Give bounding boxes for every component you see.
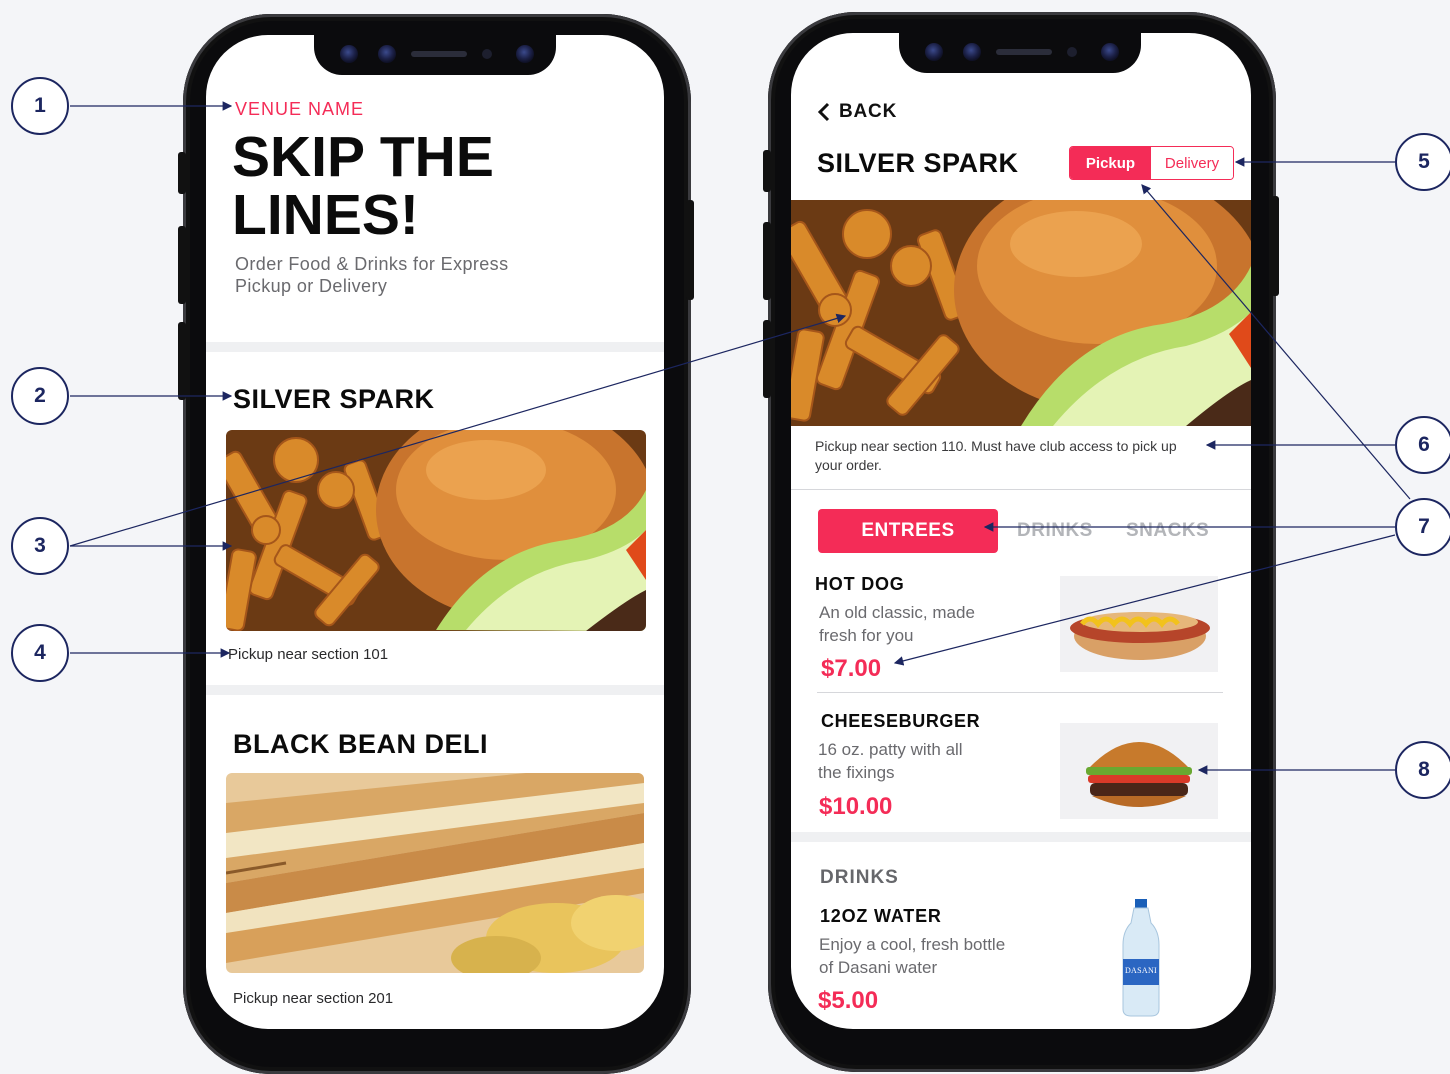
tab-drinks[interactable]: DRINKS: [1017, 520, 1093, 542]
menu-item-desc-line2: fresh for you: [819, 626, 914, 645]
menu-item-desc-line2: the fixings: [818, 763, 895, 782]
hot-dog-image: [1060, 576, 1218, 672]
camera-lens: [963, 43, 981, 61]
sandwich-illustration: [226, 773, 644, 973]
water-bottle-image: DASANI: [1119, 899, 1163, 1017]
water-bottle-illustration: [1122, 899, 1160, 1017]
phone-volume-down: [763, 320, 771, 398]
hero-title-line1: SKIP THE: [232, 125, 494, 189]
hero-title-line2: LINES!: [232, 183, 419, 247]
camera-lens: [925, 43, 943, 61]
callout-7: 7: [1395, 498, 1450, 556]
sandwich-image: [226, 773, 644, 973]
pickup-note-line1: Pickup near section 110. Must have club …: [815, 438, 1177, 454]
chevron-left-icon: [817, 102, 830, 122]
callout-6: 6: [1395, 416, 1450, 474]
right-screen: BACK SILVER SPARK Pickup Delivery Pickup…: [791, 33, 1251, 1029]
speaker-grill: [996, 49, 1052, 55]
phone-volume-up: [178, 226, 186, 304]
venue-card-title: BLACK BEAN DELI: [233, 729, 488, 759]
callout-4: 4: [11, 624, 69, 682]
left-screen: VENUE NAME SKIP THE LINES! Order Food & …: [206, 35, 664, 1029]
menu-item-name: CHEESEBURGER: [821, 711, 981, 731]
speaker-grill: [411, 51, 467, 57]
menu-item-desc-line1: An old classic, made: [819, 603, 975, 622]
menu-item-price: $7.00: [821, 655, 882, 682]
notch: [314, 35, 556, 75]
venue-title: SILVER SPARK: [817, 148, 1019, 178]
burger-fries-illustration: [226, 430, 646, 631]
venue-card-title: SILVER SPARK: [233, 384, 435, 414]
menu-item-desc-line1: Enjoy a cool, fresh bottle: [819, 935, 1006, 954]
item-divider: [817, 692, 1223, 693]
callout-5: 5: [1395, 133, 1450, 191]
phone-volume-up: [763, 222, 771, 300]
tab-snacks[interactable]: SNACKS: [1126, 520, 1209, 542]
menu-item-price: $10.00: [819, 793, 893, 820]
section-divider: [791, 832, 1251, 842]
venue-label: VENUE NAME: [235, 99, 365, 119]
back-button[interactable]: BACK: [817, 99, 897, 125]
section-divider: [206, 342, 664, 352]
menu-item-desc-line1: 16 oz. patty with all: [818, 740, 963, 759]
pickup-note-line2: your order.: [815, 457, 882, 473]
menu-item-price: $5.00: [818, 987, 879, 1014]
delivery-option[interactable]: Delivery: [1151, 147, 1233, 179]
phone-side-button: [178, 152, 186, 194]
cheeseburger-image: [1060, 723, 1218, 819]
camera-lens: [516, 45, 534, 63]
hero-subtitle-line1: Order Food & Drinks for Express: [235, 254, 509, 274]
drinks-section-title: DRINKS: [820, 867, 899, 888]
cheeseburger-illustration: [1086, 742, 1192, 807]
venue-card-pickup: Pickup near section 101: [228, 646, 389, 663]
menu-item-name: HOT DOG: [815, 574, 905, 594]
venue-card-pickup: Pickup near section 201: [233, 990, 394, 1007]
phone-volume-down: [178, 322, 186, 400]
camera-lens: [1101, 43, 1119, 61]
venue-hero-image: [791, 200, 1251, 426]
phone-power-button: [686, 200, 694, 300]
notch: [899, 33, 1141, 73]
sensor-dot: [482, 49, 492, 59]
pickup-delivery-toggle: Pickup Delivery: [1069, 146, 1234, 180]
camera-lens: [378, 45, 396, 63]
menu-item-name: 12OZ WATER: [820, 906, 942, 926]
phone-power-button: [1271, 196, 1279, 296]
menu-item-desc-line2: of Dasani water: [819, 958, 938, 977]
pickup-option[interactable]: Pickup: [1070, 147, 1151, 179]
camera-lens: [340, 45, 358, 63]
callout-2: 2: [11, 367, 69, 425]
note-divider: [791, 489, 1251, 490]
phone-side-button: [763, 150, 771, 192]
callout-1: 1: [11, 77, 69, 135]
water-bottle-brand: DASANI: [1124, 966, 1158, 975]
sensor-dot: [1067, 47, 1077, 57]
callout-3: 3: [11, 517, 69, 575]
section-divider: [206, 685, 664, 695]
hero-subtitle-line2: Pickup or Delivery: [235, 276, 388, 296]
hot-dog-illustration: [1070, 612, 1210, 660]
back-label: BACK: [839, 101, 898, 122]
callout-8: 8: [1395, 741, 1450, 799]
tab-entrees[interactable]: ENTREES: [818, 509, 998, 553]
burger-fries-image: [226, 430, 646, 631]
burger-fries-illustration: [791, 200, 1251, 426]
